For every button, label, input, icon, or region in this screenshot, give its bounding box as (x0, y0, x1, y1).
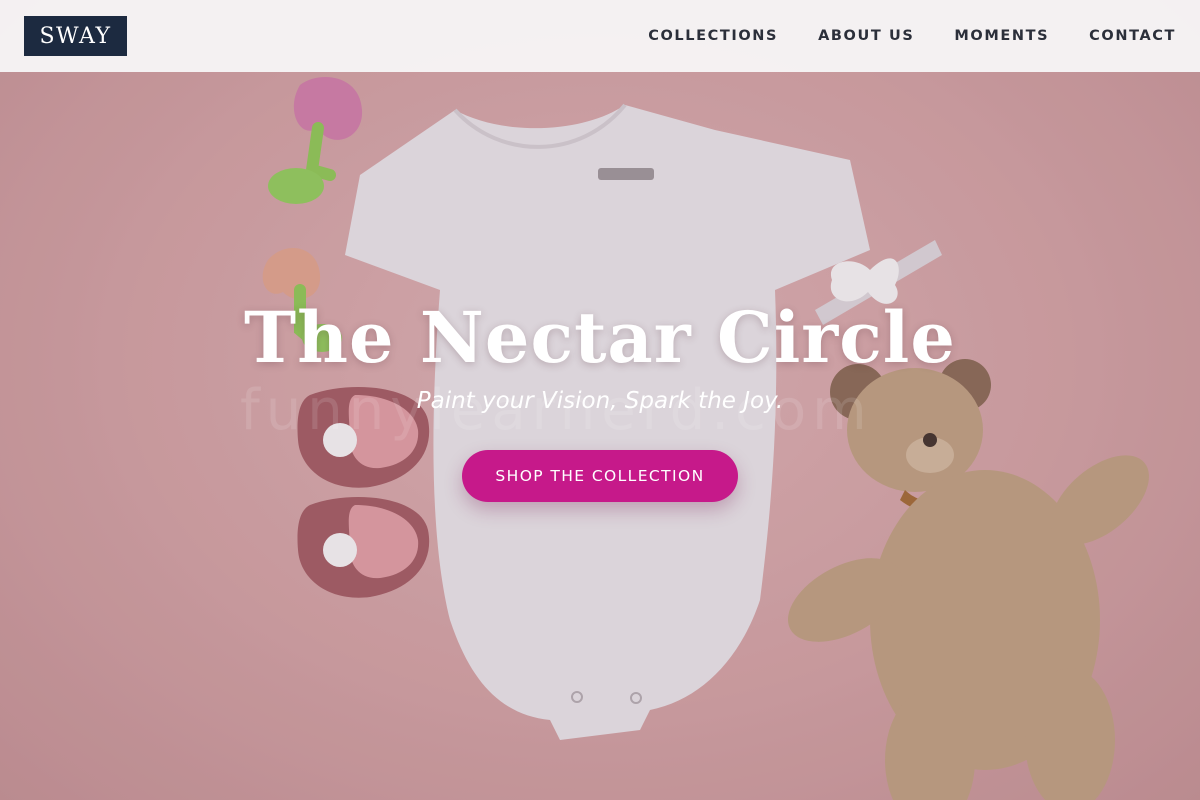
hero-content: The Nectar Circle Paint your Vision, Spa… (0, 296, 1200, 502)
main-nav: COLLECTIONS ABOUT US MOMENTS CONTACT (648, 28, 1176, 44)
logo[interactable]: SWAY (24, 16, 127, 56)
shop-collection-button[interactable]: SHOP THE COLLECTION (462, 450, 738, 502)
nav-item-collections[interactable]: COLLECTIONS (648, 28, 778, 44)
nav-item-moments[interactable]: MOMENTS (954, 28, 1049, 44)
nav-item-contact[interactable]: CONTACT (1089, 28, 1176, 44)
nav-item-about-us[interactable]: ABOUT US (818, 28, 914, 44)
site-header: SWAY COLLECTIONS ABOUT US MOMENTS CONTAC… (0, 0, 1200, 72)
hero-title: The Nectar Circle (244, 296, 956, 379)
hero-subtitle: Paint your Vision, Spark the Joy. (416, 388, 784, 414)
